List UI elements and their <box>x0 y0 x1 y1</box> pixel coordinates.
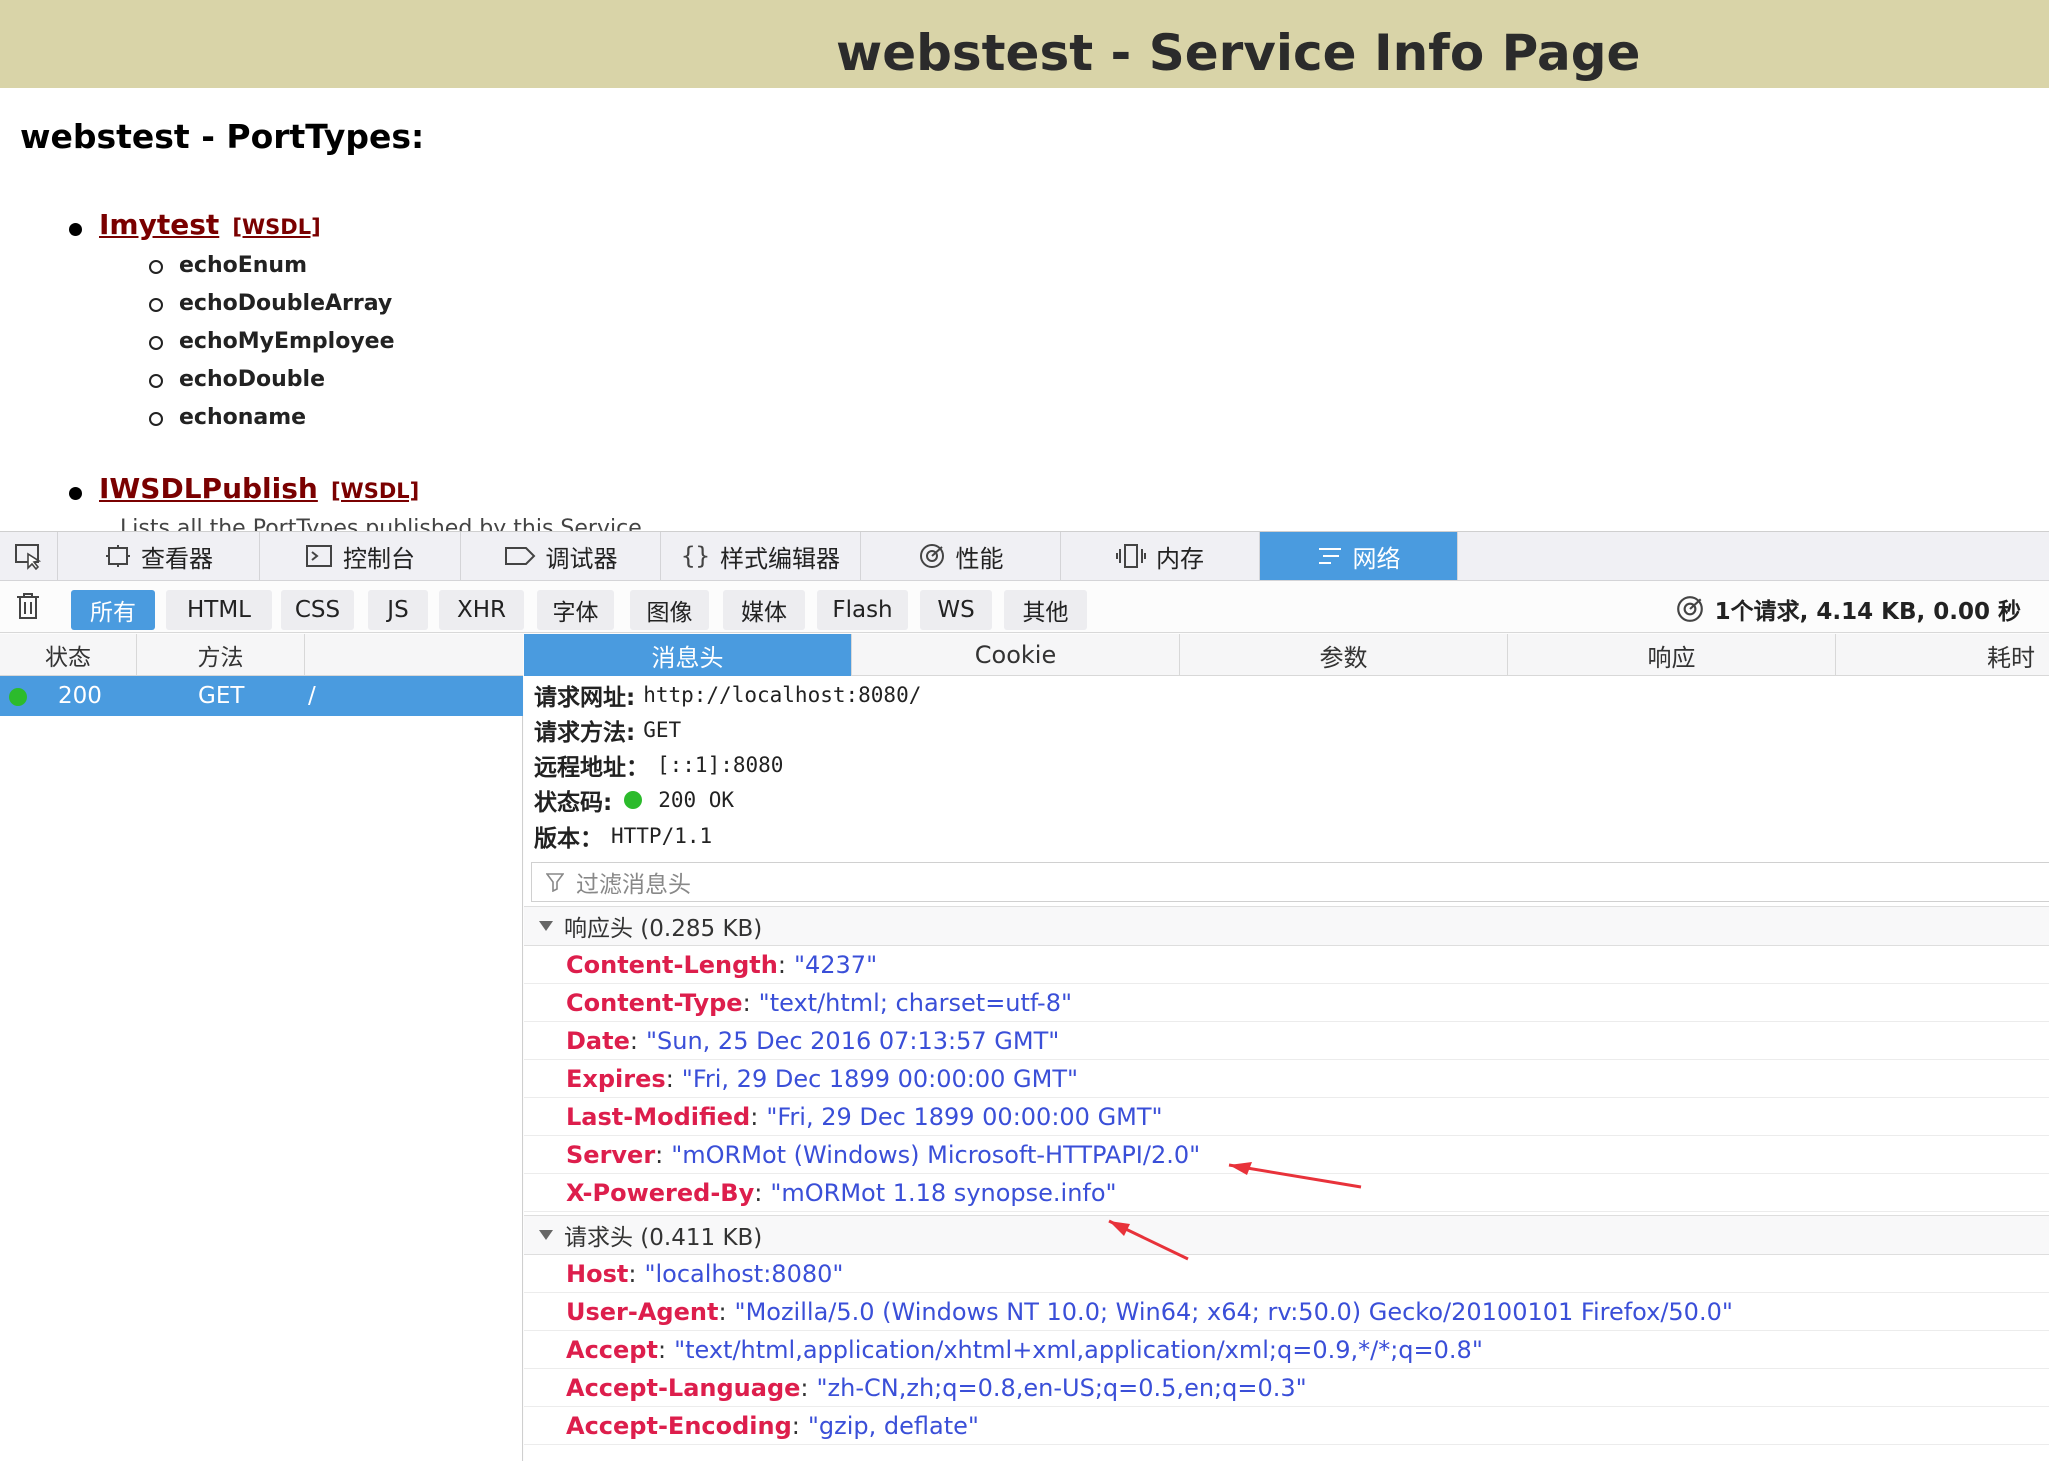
method-item: echoDoubleArray <box>149 291 393 316</box>
annotation-arrow-powered-by <box>1108 1219 1189 1261</box>
network-toolbar: 所有 HTML CSS JS XHR 字体 图像 媒体 Flash WS 其他 … <box>0 581 2049 633</box>
clear-requests-button[interactable] <box>14 591 42 625</box>
filter-html[interactable]: HTML <box>166 590 272 630</box>
method-item: echoDouble <box>149 367 325 392</box>
filter-all[interactable]: 所有 <box>71 590 155 630</box>
devtools-panel: 查看器 控制台 调试器 {} 样式编辑器 性能 内存 网络 所有 HTML CS… <box>0 531 2049 1461</box>
port-type-item: IWSDLPublish [WSDL] <box>69 472 419 505</box>
method-name: echoDouble <box>179 367 325 392</box>
braces-icon: {} <box>681 542 710 570</box>
circle-bullet-icon <box>149 298 163 312</box>
circle-bullet-icon <box>149 412 163 426</box>
annotation-arrows <box>1108 1162 1362 1261</box>
section-title: webstest - PortTypes: <box>20 117 425 156</box>
bullet-icon <box>69 223 82 236</box>
method-item: echoname <box>149 405 307 430</box>
circle-bullet-icon <box>149 374 163 388</box>
network-icon <box>1318 548 1341 564</box>
service-info-page: webstest - Service Info Page webstest - … <box>0 0 2049 531</box>
trash-icon <box>17 593 39 619</box>
wsdl-link[interactable]: [WSDL] <box>232 215 320 239</box>
filter-css[interactable]: CSS <box>281 590 354 630</box>
port-type-description: Lists all the PortTypes published by thi… <box>120 516 642 531</box>
request-row[interactable]: 200 GET / <box>0 676 523 716</box>
debugger-icon <box>504 547 535 565</box>
filter-xhr[interactable]: XHR <box>439 590 524 630</box>
port-type-link[interactable]: Imytest <box>99 208 219 241</box>
tab-style-editor[interactable]: {} 样式编辑器 <box>661 532 861 580</box>
inspector-icon <box>106 545 130 567</box>
summary-text: 1个请求, 4.14 KB, 0.00 秒 <box>1714 599 2021 625</box>
port-type-link[interactable]: IWSDLPublish <box>99 472 318 505</box>
filter-other[interactable]: 其他 <box>1004 590 1087 630</box>
tab-network[interactable]: 网络 <box>1260 532 1458 580</box>
element-picker-button[interactable] <box>0 532 58 580</box>
page-title: webstest - Service Info Page <box>836 24 1641 82</box>
request-list: 状态 方法 200 GET / <box>0 634 523 1461</box>
request-status: 200 <box>58 683 102 709</box>
circle-bullet-icon <box>149 260 163 274</box>
column-status[interactable]: 状态 <box>0 634 137 676</box>
filter-js[interactable]: JS <box>368 590 428 630</box>
element-picker-icon <box>14 544 41 570</box>
tab-console[interactable]: 控制台 <box>260 532 461 580</box>
port-type-item: Imytest [WSDL] <box>69 208 321 241</box>
method-name: echoMyEmployee <box>179 329 395 354</box>
method-name: echoDoubleArray <box>179 291 393 316</box>
method-item: echoMyEmployee <box>149 329 395 354</box>
request-file: / <box>308 683 316 709</box>
request-method: GET <box>198 683 245 709</box>
status-ok-icon <box>9 688 27 706</box>
console-icon <box>306 545 332 567</box>
performance-icon <box>919 544 944 568</box>
filter-flash[interactable]: Flash <box>817 590 908 630</box>
performance-icon <box>1676 596 1703 622</box>
filter-fonts[interactable]: 字体 <box>537 590 614 630</box>
tab-performance[interactable]: 性能 <box>861 532 1061 580</box>
filter-media[interactable]: 媒体 <box>723 590 805 630</box>
filter-images[interactable]: 图像 <box>630 590 709 630</box>
tab-memory[interactable]: 内存 <box>1061 532 1260 580</box>
request-detail-panel: 消息头 Cookie 参数 响应 耗时 请求网址: http://localho… <box>524 634 2049 1461</box>
annotation-arrow-server <box>1228 1162 1362 1189</box>
filter-ws[interactable]: WS <box>920 590 992 630</box>
bullet-icon <box>69 487 82 500</box>
wsdl-link[interactable]: [WSDL] <box>331 479 419 503</box>
column-method[interactable]: 方法 <box>137 634 305 676</box>
request-list-header: 状态 方法 <box>0 634 523 676</box>
tab-debugger[interactable]: 调试器 <box>461 532 661 580</box>
page-header: webstest - Service Info Page <box>0 0 2049 88</box>
method-item: echoEnum <box>149 253 308 278</box>
devtools-tabbar: 查看器 控制台 调试器 {} 样式编辑器 性能 内存 网络 <box>0 532 2049 581</box>
method-name: echoEnum <box>179 253 308 278</box>
memory-icon <box>1116 544 1146 568</box>
tab-inspector[interactable]: 查看器 <box>59 532 260 580</box>
circle-bullet-icon <box>149 336 163 350</box>
method-name: echoname <box>179 405 307 430</box>
network-summary: 1个请求, 4.14 KB, 0.00 秒 <box>1675 592 2021 626</box>
